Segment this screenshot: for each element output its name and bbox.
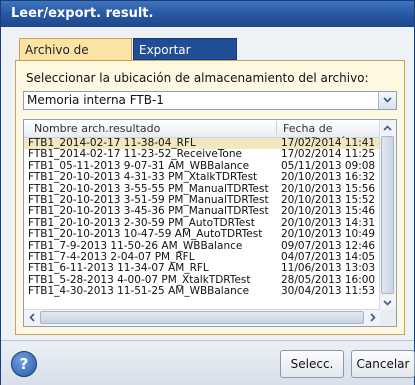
file-name: FTB1_20-10-2013 4-31-33 PM_XtalkTDRTest [28, 171, 258, 184]
horizontal-scrollbar[interactable] [24, 309, 380, 326]
tab-panel: Seleccionar la ubicación de almacenamien… [15, 60, 405, 335]
scroll-left-button[interactable] [24, 310, 39, 325]
dialog-title: Leer/export. result. [11, 6, 154, 21]
file-row[interactable]: FTB1_20-10-2013 10-47-59 AM_AutoTDRTest 2… [24, 228, 380, 241]
scroll-up-button[interactable] [380, 120, 395, 135]
scroll-down-button[interactable] [380, 295, 395, 310]
file-row[interactable]: FTB1_4-30-2013 11-51-25 AM_WBBalance 30/0… [24, 285, 380, 298]
cancel-button[interactable]: Cancelar [351, 350, 415, 378]
file-rows: FTB1_2014-02-17 11-38-04_RFL 17/02/2014 1… [24, 137, 380, 298]
chevron-down-icon [383, 299, 392, 306]
chevron-up-icon [383, 124, 392, 131]
dropdown-button[interactable] [378, 92, 396, 109]
select-button[interactable]: Selecc. [280, 350, 344, 378]
file-name: FTB1_4-30-2013 11-51-25 AM_WBBalance [28, 285, 250, 298]
list-header: Nombre arch.resultado Fecha de modificac… [24, 120, 380, 148]
file-list[interactable]: Nombre arch.resultado Fecha de modificac… [23, 119, 397, 327]
tab-export-results[interactable]: Exportar resultados [133, 38, 237, 79]
scroll-right-button[interactable] [365, 310, 380, 325]
scroll-corner [380, 310, 396, 326]
help-button[interactable]: ? [11, 351, 37, 377]
file-name: FTB1_6-11-2013 11-34-07 AM_RFL [28, 262, 209, 275]
vertical-scroll-thumb[interactable] [381, 136, 394, 294]
location-label: Seleccionar la ubicación de almacenamien… [26, 71, 369, 85]
column-separator[interactable] [276, 121, 277, 135]
file-row[interactable]: FTB1_20-10-2013 4-31-33 PM_XtalkTDRTest 2… [24, 171, 380, 184]
chevron-left-icon [28, 313, 35, 322]
location-dropdown[interactable]: Memoria interna FTB-1 [23, 91, 397, 110]
file-date: 20/10/2013 16:32 [281, 171, 376, 184]
file-date: 11/06/2013 13:03 [281, 262, 376, 275]
chevron-right-icon [369, 313, 376, 322]
result-dialog: Leer/export. result. Archivo de resultad… [0, 0, 415, 385]
location-selected-value: Memoria interna FTB-1 [27, 93, 164, 107]
tab-result-file[interactable]: Archivo de resultado [19, 38, 132, 79]
horizontal-scroll-thumb[interactable] [40, 311, 364, 324]
title-bar: Leer/export. result. [1, 1, 414, 27]
file-date: 30/04/2013 11:53 [281, 285, 376, 298]
file-name: FTB1_20-10-2013 10-47-59 AM_AutoTDRTest [28, 228, 263, 241]
vertical-scrollbar[interactable] [379, 120, 396, 310]
file-row[interactable]: FTB1_6-11-2013 11-34-07 AM_RFL 11/06/2013… [24, 262, 380, 275]
column-header-name[interactable]: Nombre arch.resultado [34, 122, 160, 135]
dialog-footer: ? Selecc. Cancelar [1, 340, 415, 385]
file-date: 20/10/2013 10:49 [281, 228, 376, 241]
dialog-body: Archivo de resultado Exportar resultados… [1, 27, 414, 340]
chevron-down-icon [383, 97, 392, 103]
